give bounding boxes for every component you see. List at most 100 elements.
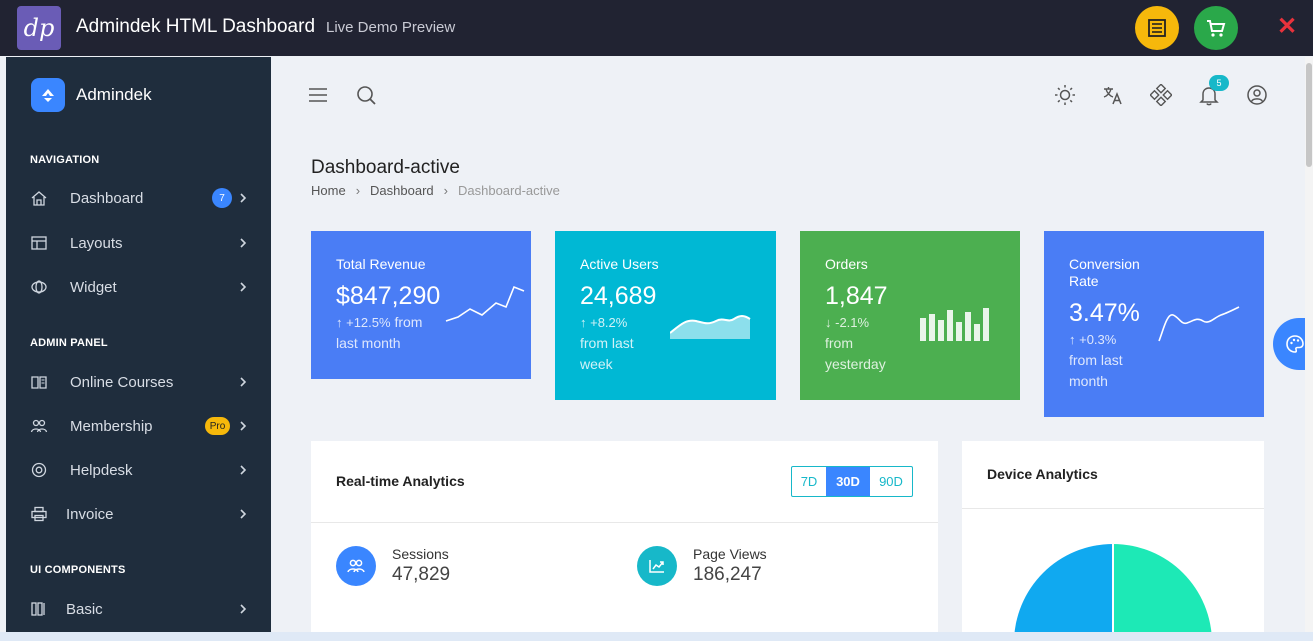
brand-logo-icon xyxy=(31,78,65,112)
chevron-right-icon xyxy=(240,238,247,248)
metric-label: Page Views xyxy=(693,546,767,562)
apps-icon[interactable] xyxy=(1150,84,1172,106)
breadcrumb: Home › Dashboard › Dashboard-active xyxy=(311,183,560,198)
breadcrumb-dashboard[interactable]: Dashboard xyxy=(370,183,434,198)
book-icon xyxy=(31,376,47,389)
sidebar-item-label: Membership xyxy=(70,417,153,435)
stat-change: ↑ +0.3% xyxy=(1069,332,1117,347)
stat-card-total-revenue: Total Revenue $847,290 ↑ +12.5% from las… xyxy=(311,231,531,379)
stat-change: ↑ +12.5% xyxy=(336,315,391,330)
stat-note: week xyxy=(580,356,613,372)
sidebar-item-dashboard[interactable]: Dashboard 7 xyxy=(6,181,271,215)
stat-note: from last xyxy=(1069,352,1123,368)
newspaper-button[interactable] xyxy=(1135,6,1179,50)
search-icon[interactable] xyxy=(355,84,377,106)
stat-note: month xyxy=(1069,373,1108,389)
panel-title: Device Analytics xyxy=(987,466,1098,482)
sidebar-item-online-courses[interactable]: Online Courses xyxy=(6,365,271,399)
range-90d-button[interactable]: 90D xyxy=(870,467,912,496)
stat-title: Total Revenue xyxy=(336,256,426,272)
demo-title: Admindek HTML Dashboard xyxy=(76,16,316,37)
divider xyxy=(962,508,1264,509)
menu-icon[interactable] xyxy=(307,84,329,106)
demo-subtitle: Live Demo Preview xyxy=(326,19,456,36)
users-icon xyxy=(30,419,48,433)
scrollbar-thumb[interactable] xyxy=(1306,63,1312,167)
palette-icon xyxy=(1286,335,1304,353)
user-icon[interactable] xyxy=(1246,84,1268,106)
trend-icon xyxy=(637,546,677,586)
stat-note: yesterday xyxy=(825,356,886,372)
pie-slice-2 xyxy=(1113,544,1212,641)
stat-change: ↓ -2.1% xyxy=(825,315,870,330)
chevron-right-icon: › xyxy=(443,183,448,198)
page-title: Dashboard-active xyxy=(311,157,460,178)
printer-icon xyxy=(31,506,47,522)
chevron-right-icon: › xyxy=(355,183,361,198)
sidebar-item-label: Layouts xyxy=(70,234,123,252)
demo-top-bar: dp Admindek HTML Dashboard Live Demo Pre… xyxy=(0,0,1313,56)
stat-value: 24,689 xyxy=(580,282,657,310)
sidebar-item-label: Invoice xyxy=(66,505,114,523)
sidebar-item-label: Basic xyxy=(66,600,103,618)
sidebar-item-layouts[interactable]: Layouts xyxy=(6,226,271,260)
lifebuoy-icon xyxy=(31,462,47,478)
brand-name: Admindek xyxy=(76,85,152,104)
sidebar-item-basic[interactable]: Basic xyxy=(6,592,271,626)
realtime-analytics-panel: Real-time Analytics 7D 30D 90D Sessions … xyxy=(311,441,938,641)
breadcrumb-current: Dashboard-active xyxy=(457,183,560,198)
notification-badge: 5 xyxy=(1209,75,1229,91)
sidebar-item-membership[interactable]: Membership Pro xyxy=(6,409,271,443)
pie-slice-1 xyxy=(1014,544,1113,641)
sidebar-item-widget[interactable]: Widget xyxy=(6,270,271,304)
users-icon xyxy=(336,546,376,586)
orders-bar-sparkline xyxy=(920,308,989,341)
section-title-navigation: NAVIGATION xyxy=(30,154,100,166)
basic-icon xyxy=(31,602,45,616)
newspaper-icon xyxy=(1148,19,1166,37)
range-selector: 7D 30D 90D xyxy=(791,466,913,497)
range-7d-button[interactable]: 7D xyxy=(792,467,826,496)
stat-note: from xyxy=(825,335,853,351)
panel-title: Real-time Analytics xyxy=(336,473,465,489)
metric-value: 47,829 xyxy=(392,564,451,585)
brand[interactable]: Admindek xyxy=(31,78,152,112)
stat-title: Active Users xyxy=(580,256,659,272)
stat-subtext: ↑ +0.3% from last month xyxy=(1069,329,1123,392)
bottom-strip xyxy=(0,632,1313,641)
close-icon[interactable]: ✕ xyxy=(1277,12,1297,41)
translate-icon[interactable] xyxy=(1102,84,1124,106)
stat-note: last month xyxy=(336,335,401,351)
metric-page-views: Page Views 186,247 xyxy=(637,546,767,586)
users-area-sparkline xyxy=(670,315,751,339)
cart-icon xyxy=(1207,20,1226,37)
stat-title: Orders xyxy=(825,256,868,272)
device-analytics-panel: Device Analytics xyxy=(962,441,1264,641)
home-icon xyxy=(31,191,47,206)
stat-note: from last xyxy=(580,335,634,351)
sidebar-item-invoice[interactable]: Invoice xyxy=(6,497,271,531)
cart-button[interactable] xyxy=(1194,6,1238,50)
chevron-right-icon xyxy=(240,465,247,475)
sidebar-item-label: Helpdesk xyxy=(70,461,133,479)
stat-card-active-users: Active Users 24,689 ↑ +8.2% from last we… xyxy=(555,231,776,400)
divider xyxy=(311,522,938,523)
dp-logo[interactable]: dp xyxy=(17,6,61,50)
stat-subtext: ↑ +8.2% from last week xyxy=(580,312,634,375)
stat-subtext: ↓ -2.1% from yesterday xyxy=(825,312,886,375)
chevron-right-icon xyxy=(240,421,247,431)
sidebar-item-helpdesk[interactable]: Helpdesk xyxy=(6,453,271,487)
widget-icon xyxy=(31,280,47,294)
breadcrumb-home[interactable]: Home xyxy=(311,183,346,198)
chevron-right-icon xyxy=(240,193,247,203)
sun-icon[interactable] xyxy=(1054,84,1076,106)
chevron-right-icon xyxy=(240,377,247,387)
stat-card-orders: Orders 1,847 ↓ -2.1% from yesterday xyxy=(800,231,1020,400)
range-30d-button[interactable]: 30D xyxy=(826,467,870,496)
sidebar-item-label: Widget xyxy=(70,278,117,296)
stat-subtext: ↑ +12.5% from last month xyxy=(336,312,422,354)
page-scrollbar[interactable] xyxy=(1305,57,1313,641)
stat-change: ↑ +8.2% xyxy=(580,315,628,330)
layout-icon xyxy=(31,236,47,250)
stat-title: Conversion Rate xyxy=(1069,256,1140,289)
